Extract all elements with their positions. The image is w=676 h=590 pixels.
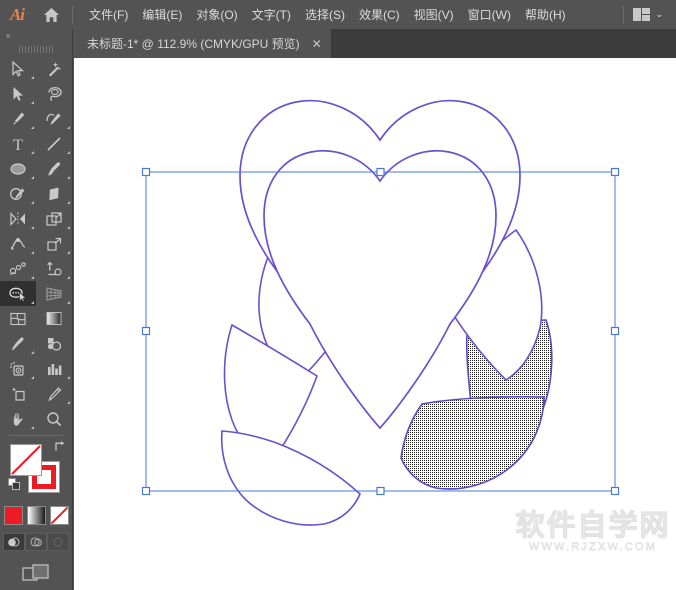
workspace-switcher[interactable]: ⌄ [628,5,668,25]
illustrator-window: Ai 文件(F) 编辑(E) 对象(O) 文字(T) 选择(S) 效果(C) 视… [0,0,676,590]
panel-drag-handle[interactable] [0,42,72,56]
menubar-right: ⌄ [619,5,676,25]
document-tab-bar: 未标题-1* @ 112.9% (CMYK/GPU 预览) ✕ [0,29,676,58]
menu-bar: Ai 文件(F) 编辑(E) 对象(O) 文字(T) 选择(S) 效果(C) 视… [0,0,676,29]
hand-tool[interactable] [0,406,36,431]
menu-object[interactable]: 对象(O) [189,2,244,27]
pencil-tool[interactable] [0,181,36,206]
column-graph-tool-2[interactable] [36,356,72,381]
symbol-sprayer-tool[interactable] [0,256,36,281]
type-tool[interactable]: T [0,131,36,156]
pen-tool[interactable] [0,106,36,131]
menubar-divider [72,6,73,24]
column-graph-tool[interactable] [36,256,72,281]
menu-file[interactable]: 文件(F) [82,2,135,27]
menu-help[interactable]: 帮助(H) [518,2,573,27]
ellipse-tool[interactable] [0,156,36,181]
blend-tool[interactable] [36,331,72,356]
tool-grid: T [0,56,72,431]
menubar-divider-2 [623,6,624,24]
paintbrush-tool[interactable] [36,156,72,181]
fill-stroke-controls [0,440,72,504]
document-tab-title: 未标题-1* @ 112.9% (CMYK/GPU 预览) [87,35,300,52]
color-mode-none[interactable] [50,506,69,525]
artboard-tool[interactable] [0,381,36,406]
direct-selection-tool[interactable] [0,81,36,106]
draw-mode-buttons [0,533,72,551]
swap-fill-stroke-icon[interactable] [53,440,66,455]
menu-select[interactable]: 选择(S) [298,2,352,27]
draw-inside-mode[interactable] [47,533,69,551]
width-tool[interactable] [0,231,36,256]
tools-panel: « [0,29,73,590]
none-slash-icon [11,445,41,475]
zoom-tool[interactable] [36,406,72,431]
color-mode-buttons [0,506,72,525]
eyedropper-tool[interactable] [0,331,36,356]
line-segment-tool[interactable] [36,131,72,156]
rotate-tool[interactable] [0,206,36,231]
artboard: 软件自学网 WWW.RJZXW.COM [74,58,676,590]
toolbar-divider [9,435,63,436]
color-mode-gradient[interactable] [27,506,46,525]
draw-normal-mode[interactable] [3,533,25,551]
document-canvas[interactable]: 软件自学网 WWW.RJZXW.COM [74,58,676,590]
chevron-down-icon: ⌄ [655,10,663,19]
curvature-tool[interactable] [36,106,72,131]
document-tab[interactable]: 未标题-1* @ 112.9% (CMYK/GPU 预览) ✕ [73,29,331,58]
selection-tool[interactable] [0,56,36,81]
fill-swatch[interactable] [10,444,42,476]
magic-wand-tool[interactable] [36,56,72,81]
gradient-tool[interactable] [36,306,72,331]
menu-edit[interactable]: 编辑(E) [135,2,189,27]
screen-mode-button[interactable] [0,563,72,585]
color-mode-solid[interactable] [4,506,23,525]
menu-type[interactable]: 文字(T) [245,2,298,27]
slice-tool[interactable] [36,381,72,406]
symbol-sprayer-tool-2[interactable] [0,356,36,381]
mesh-tool[interactable] [0,306,36,331]
svg-text:T: T [13,137,23,152]
app-logo: Ai [0,0,34,29]
close-icon[interactable]: ✕ [309,38,325,50]
menu-effect[interactable]: 效果(C) [352,2,407,27]
menu-items: 文件(F) 编辑(E) 对象(O) 文字(T) 选择(S) 效果(C) 视图(V… [82,2,573,27]
lasso-tool[interactable] [36,81,72,106]
default-fill-stroke-icon[interactable] [8,478,21,494]
eraser-tool[interactable] [36,181,72,206]
menu-window[interactable]: 窗口(W) [461,2,518,27]
draw-behind-mode[interactable] [25,533,47,551]
free-transform-tool[interactable] [36,231,72,256]
shape-builder-tool[interactable] [0,281,36,306]
collapse-panel-button[interactable]: « [0,29,72,42]
home-icon[interactable] [34,0,68,29]
menu-view[interactable]: 视图(V) [407,2,461,27]
perspective-grid-tool[interactable] [36,281,72,306]
scale-tool[interactable] [36,206,72,231]
selection-bounding-box[interactable] [74,58,676,590]
workspace-grid-icon [633,8,651,22]
